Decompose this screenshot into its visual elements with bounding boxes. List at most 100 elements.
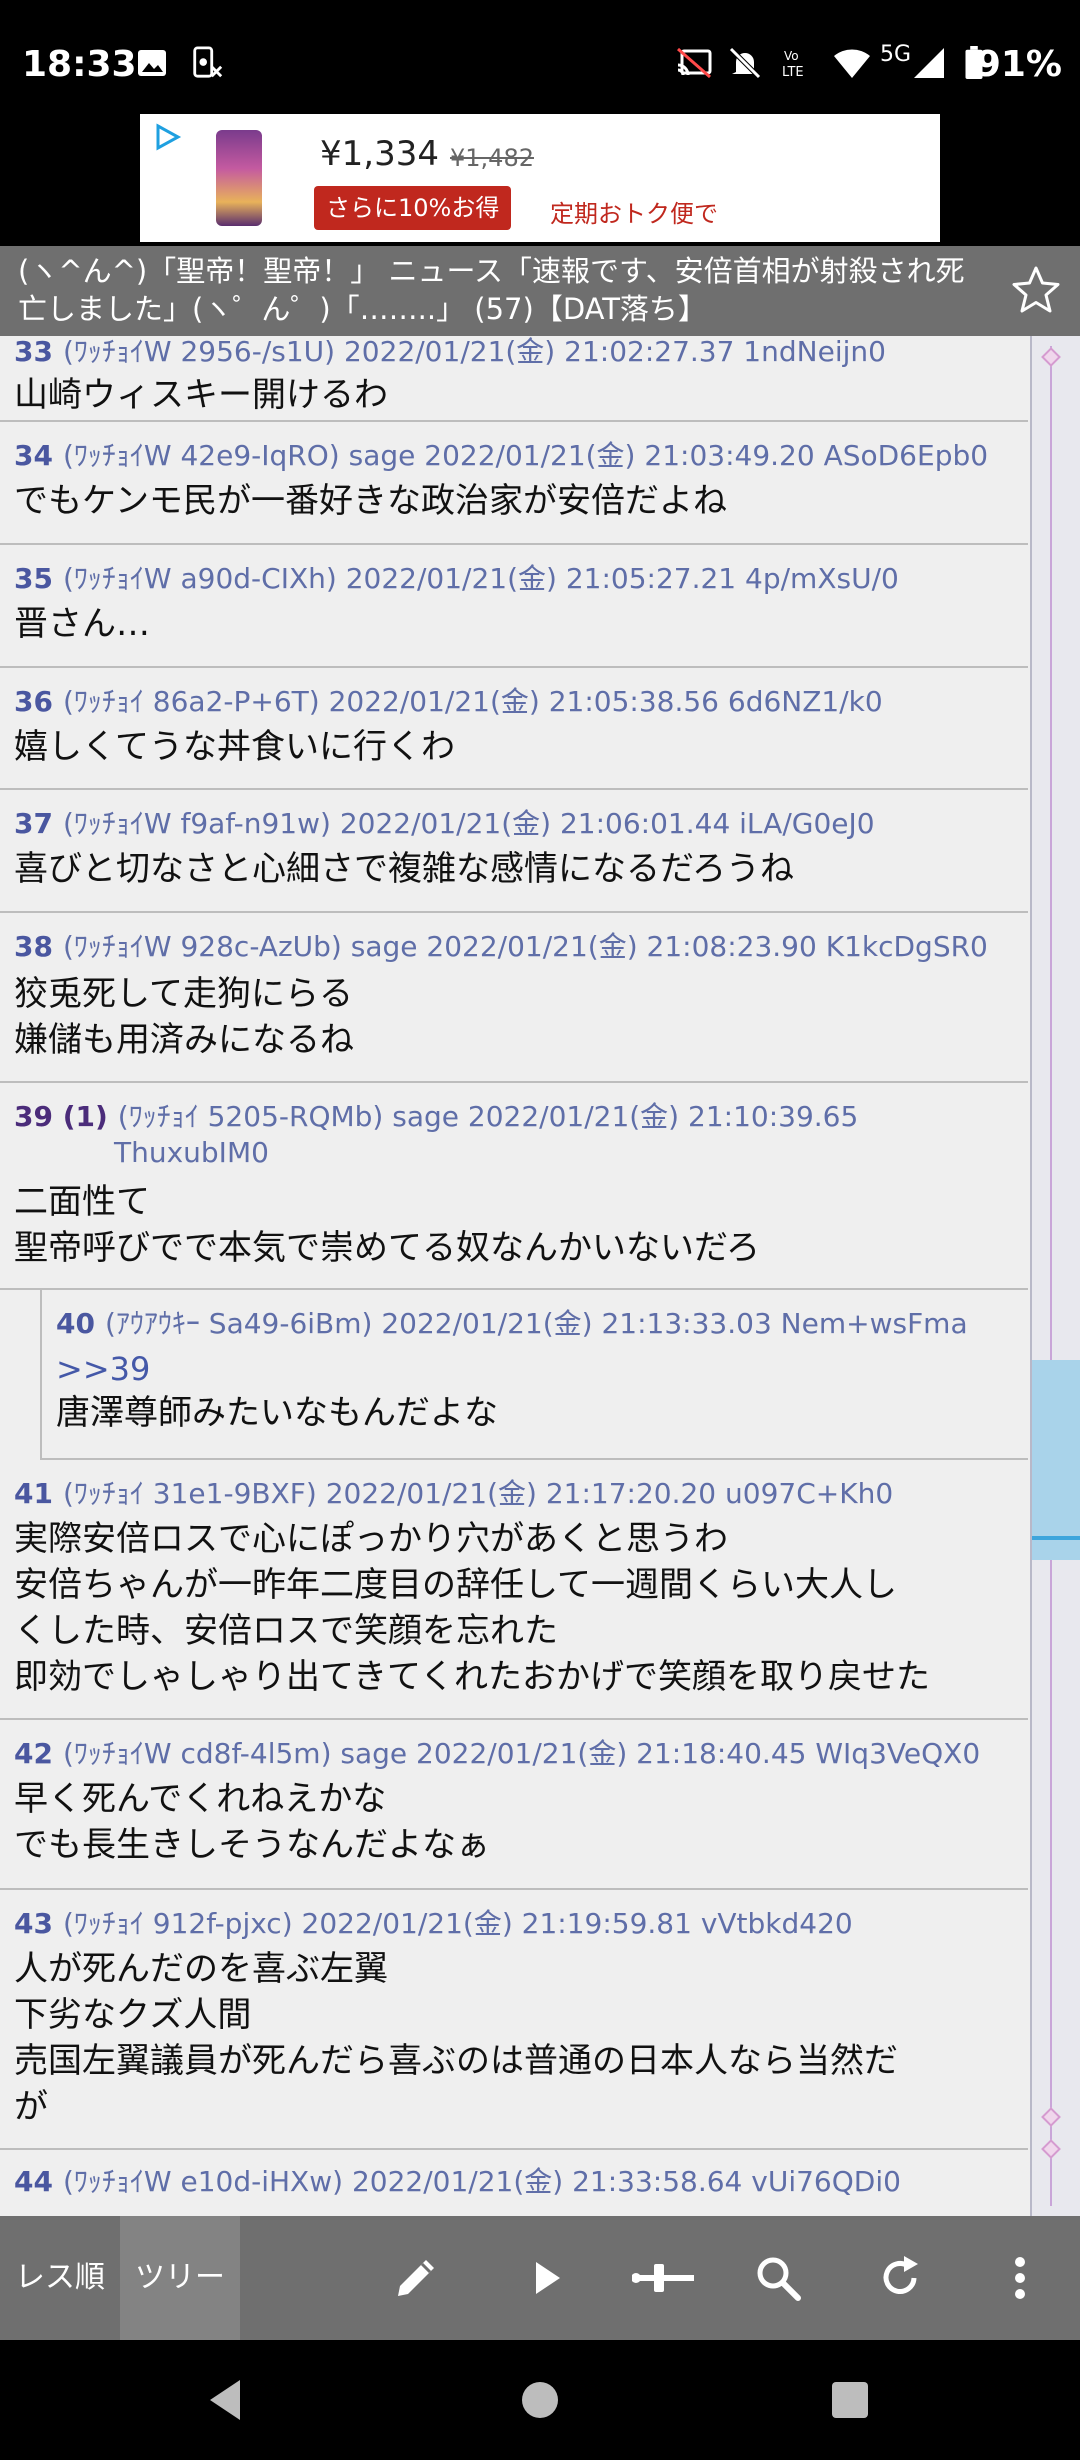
ad-discount-badge: さらに10%お得 bbox=[314, 186, 512, 230]
post-meta: (ｱｳｱｳｷｰ Sa49-6iBm) 2022/01/21(金) 21:13:3… bbox=[104, 1307, 968, 1340]
search-icon[interactable] bbox=[752, 2252, 804, 2304]
post-35[interactable]: 35 (ﾜｯﾁｮｲW a90d-CIXh) 2022/01/21(金) 21:05… bbox=[0, 545, 1028, 668]
post-body: 早く死んでくれねえかな でも長生きしそうなんだよなぁ bbox=[14, 1779, 490, 1865]
post-body: 喜びと切なさと心細さで複雑な感情になるだろうね bbox=[14, 849, 794, 889]
image-icon bbox=[138, 50, 166, 76]
post-number[interactable]: 36 bbox=[14, 685, 53, 718]
favorite-star-icon[interactable] bbox=[1010, 264, 1062, 316]
post-number[interactable]: 38 bbox=[14, 930, 53, 963]
slider-icon[interactable] bbox=[632, 2252, 696, 2304]
back-icon[interactable] bbox=[204, 2376, 248, 2424]
post-33[interactable]: 33 (ﾜｯﾁｮｲW 2956-/s1U) 2022/01/21(金) 21:02… bbox=[0, 336, 1028, 422]
post-header: 42 (ﾜｯﾁｮｲW cd8f-4l5m) sage 2022/01/21(金) … bbox=[14, 1736, 980, 1772]
post-meta: (ﾜｯﾁｮｲW e10d-iHXw) 2022/01/21(金) 21:33:5… bbox=[62, 2165, 901, 2198]
post-43[interactable]: 43 (ﾜｯﾁｮｲ 912f-pjxc) 2022/01/21(金) 21:19:… bbox=[0, 1890, 1028, 2150]
svg-text:Vo: Vo bbox=[784, 49, 799, 63]
post-header: 34 (ﾜｯﾁｮｲW 42e9-IqRO) sage 2022/01/21(金) … bbox=[14, 438, 988, 474]
tab-res-order[interactable]: レス順 bbox=[0, 2216, 120, 2340]
post-header: 44 (ﾜｯﾁｮｲW e10d-iHXw) 2022/01/21(金) 21:33… bbox=[14, 2164, 901, 2200]
post-number[interactable]: 44 bbox=[14, 2165, 53, 2198]
status-time: 18:33 bbox=[22, 44, 137, 85]
post-meta: (ﾜｯﾁｮｲW f9af-n91w) 2022/01/21(金) 21:06:0… bbox=[62, 807, 875, 840]
mute-icon bbox=[729, 47, 761, 79]
post-header: 40 (ｱｳｱｳｷｰ Sa49-6iBm) 2022/01/21(金) 21:13… bbox=[56, 1306, 968, 1342]
post-meta: (ﾜｯﾁｮｲW 42e9-IqRO) sage 2022/01/21(金) 21… bbox=[62, 439, 989, 472]
reply-marker bbox=[1041, 2139, 1061, 2159]
recents-icon[interactable] bbox=[828, 2376, 872, 2424]
post-41[interactable]: 41 (ﾜｯﾁｮｲ 31e1-9BXF) 2022/01/21(金) 21:17:… bbox=[0, 1460, 1028, 1720]
post-body: 狡兎死して走狗にらる 嫌儲も用済みになるね bbox=[14, 974, 354, 1060]
post-number[interactable]: 41 bbox=[14, 1477, 53, 1510]
post-34[interactable]: 34 (ﾜｯﾁｮｲW 42e9-IqRO) sage 2022/01/21(金) … bbox=[0, 422, 1028, 545]
bottom-toolbar: レス順 ツリー bbox=[0, 2216, 1080, 2340]
ad-banner-area: ¥1,334 ¥1,482 さらに10%お得 定期おトク便で bbox=[0, 110, 1080, 246]
screenshot-icon bbox=[193, 46, 223, 78]
ad-price: ¥1,334 bbox=[320, 134, 439, 174]
thread-title-bar: (ヽ^ん^)「聖帝！聖帝！」 ニュース「速報です、安倍首相が射殺され死亡しました… bbox=[0, 246, 1080, 336]
refresh-icon[interactable] bbox=[874, 2252, 926, 2304]
post-header: 43 (ﾜｯﾁｮｲ 912f-pjxc) 2022/01/21(金) 21:19:… bbox=[14, 1906, 853, 1942]
post-body: 二面性て 聖帝呼びでで本気で崇めてる奴なんかいないだろ bbox=[14, 1182, 760, 1268]
post-header: 38 (ﾜｯﾁｮｲW 928c-AzUb) sage 2022/01/21(金) … bbox=[14, 929, 988, 965]
play-icon[interactable] bbox=[520, 2252, 572, 2304]
post-header: 41 (ﾜｯﾁｮｲ 31e1-9BXF) 2022/01/21(金) 21:17:… bbox=[14, 1476, 893, 1512]
signal-icon bbox=[914, 48, 944, 78]
post-38[interactable]: 38 (ﾜｯﾁｮｲW 928c-AzUb) sage 2022/01/21(金) … bbox=[0, 913, 1028, 1083]
post-number[interactable]: 37 bbox=[14, 807, 53, 840]
post-42[interactable]: 42 (ﾜｯﾁｮｲW cd8f-4l5m) sage 2022/01/21(金) … bbox=[0, 1720, 1028, 1890]
cast-icon bbox=[677, 47, 712, 79]
tab-tree[interactable]: ツリー bbox=[120, 2216, 240, 2340]
post-body: 嬉しくてうな丼食いに行くわ bbox=[14, 727, 455, 767]
system-nav-bar bbox=[0, 2340, 1080, 2460]
home-icon[interactable] bbox=[516, 2376, 564, 2424]
post-39[interactable]: 39 (1) (ﾜｯﾁｮｲ 5205-RQMb) sage 2022/01/21(… bbox=[0, 1083, 1028, 1290]
post-meta: (ﾜｯﾁｮｲ 5205-RQMb) sage 2022/01/21(金) 21:… bbox=[114, 1100, 859, 1169]
post-meta: (ﾜｯﾁｮｲ 912f-pjxc) 2022/01/21(金) 21:19:59… bbox=[62, 1907, 853, 1940]
ad-banner[interactable]: ¥1,334 ¥1,482 さらに10%お得 定期おトク便で bbox=[140, 114, 940, 242]
ad-choices-icon[interactable] bbox=[152, 122, 182, 152]
thread-title: (ヽ^ん^)「聖帝！聖帝！」 ニュース「速報です、安倍首相が射殺され死亡しました… bbox=[18, 254, 965, 326]
post-44[interactable]: 44 (ﾜｯﾁｮｲW e10d-iHXw) 2022/01/21(金) 21:33… bbox=[0, 2150, 1028, 2216]
post-header: 35 (ﾜｯﾁｮｲW a90d-CIXh) 2022/01/21(金) 21:05… bbox=[14, 561, 899, 597]
post-number[interactable]: 34 bbox=[14, 439, 53, 472]
post-number[interactable]: 39 (1) bbox=[14, 1100, 108, 1133]
post-body: 晋さん… bbox=[14, 604, 150, 644]
post-body: 人が死んだのを喜ぶ左翼 下劣なクズ人間 売国左翼議員が死んだら喜ぶのは普通の日本… bbox=[14, 1949, 898, 2127]
post-header: 33 (ﾜｯﾁｮｲW 2956-/s1U) 2022/01/21(金) 21:02… bbox=[14, 336, 886, 370]
post-number[interactable]: 43 bbox=[14, 1907, 53, 1940]
scroll-position-indicator bbox=[1032, 1536, 1080, 1540]
ad-old-price: ¥1,482 bbox=[450, 144, 534, 172]
network-type: 5G bbox=[880, 42, 912, 67]
post-40-reply[interactable]: 40 (ｱｳｱｳｷｰ Sa49-6iBm) 2022/01/21(金) 21:13… bbox=[40, 1290, 1028, 1460]
scroll-thumb[interactable] bbox=[1032, 1360, 1080, 1560]
product-image bbox=[216, 130, 262, 226]
post-meta: (ﾜｯﾁｮｲW cd8f-4l5m) sage 2022/01/21(金) 21… bbox=[62, 1737, 981, 1770]
post-meta: (ﾜｯﾁｮｲ 31e1-9BXF) 2022/01/21(金) 21:17:20… bbox=[62, 1477, 894, 1510]
post-body: でもケンモ民が一番好きな政治家が安倍だよね bbox=[14, 481, 727, 521]
post-meta: (ﾜｯﾁｮｲW a90d-CIXh) 2022/01/21(金) 21:05:2… bbox=[62, 562, 899, 595]
pencil-icon[interactable] bbox=[390, 2252, 442, 2304]
post-meta: (ﾜｯﾁｮｲW 928c-AzUb) sage 2022/01/21(金) 21… bbox=[62, 930, 988, 963]
post-number[interactable]: 42 bbox=[14, 1737, 53, 1770]
post-number[interactable]: 35 bbox=[14, 562, 53, 595]
scroll-track bbox=[1050, 346, 1052, 2206]
thread-scrollbar[interactable] bbox=[1030, 336, 1080, 2216]
more-vert-icon[interactable] bbox=[1002, 2252, 1038, 2304]
reply-anchor-link[interactable]: >>39 bbox=[56, 1346, 150, 1392]
post-meta: (ﾜｯﾁｮｲW 2956-/s1U) 2022/01/21(金) 21:02:2… bbox=[62, 336, 886, 368]
status-bar: 18:33 Vo LTE 5G 91% bbox=[0, 0, 1080, 110]
post-header: 39 (1) (ﾜｯﾁｮｲ 5205-RQMb) sage 2022/01/21(… bbox=[14, 1099, 994, 1171]
reply-marker bbox=[1041, 2107, 1061, 2127]
post-header: 36 (ﾜｯﾁｮｲ 86a2-P+6T) 2022/01/21(金) 21:05:… bbox=[14, 684, 883, 720]
post-number[interactable]: 33 bbox=[14, 336, 53, 368]
post-body: 実際安倍ロスで心にぽっかり穴があくと思うわ 安倍ちゃんが一昨年二度目の辞任して一… bbox=[14, 1519, 930, 1697]
post-37[interactable]: 37 (ﾜｯﾁｮｲW f9af-n91w) 2022/01/21(金) 21:06… bbox=[0, 790, 1028, 913]
battery-percent: 91% bbox=[975, 44, 1062, 85]
ad-link[interactable]: 定期おトク便で bbox=[550, 194, 718, 229]
reply-marker bbox=[1041, 347, 1061, 367]
post-number[interactable]: 40 bbox=[56, 1307, 95, 1340]
post-meta: (ﾜｯﾁｮｲ 86a2-P+6T) 2022/01/21(金) 21:05:38… bbox=[62, 685, 883, 718]
post-36[interactable]: 36 (ﾜｯﾁｮｲ 86a2-P+6T) 2022/01/21(金) 21:05:… bbox=[0, 668, 1028, 790]
post-list[interactable]: 33 (ﾜｯﾁｮｲW 2956-/s1U) 2022/01/21(金) 21:02… bbox=[0, 336, 1080, 2216]
post-body: 山崎ウィスキー開けるわ bbox=[14, 375, 388, 415]
